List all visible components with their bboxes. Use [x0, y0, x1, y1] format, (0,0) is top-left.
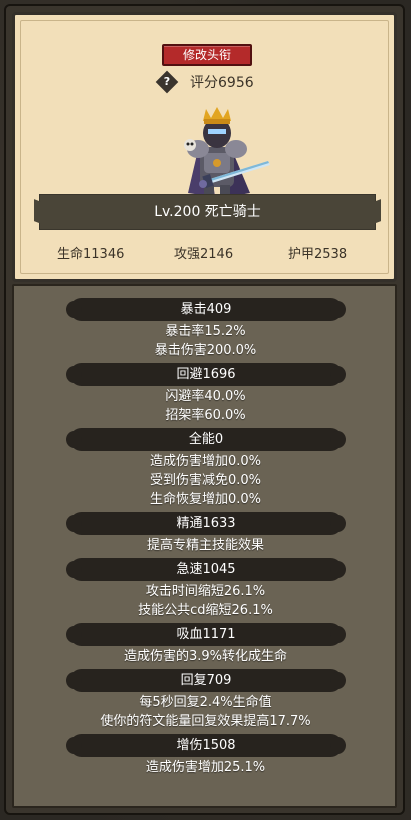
rating-score: 评分6956 [190, 75, 254, 91]
detail-line: 提高专精主技能效果 [146, 538, 264, 553]
section-avoidance: 回避1696 [66, 363, 346, 386]
hero-name-banner: Lv.200 死亡骑士 [40, 195, 375, 229]
stat-hp: 生命11346 [57, 247, 125, 262]
section-haste: 急速1045 [66, 558, 346, 581]
detail-line: 生命恢复增加0.0% [149, 492, 262, 507]
stat-attack: 攻强2146 [174, 247, 234, 262]
section-mastery: 精通1633 [66, 512, 346, 535]
detail-line: 受到伤害减免0.0% [149, 473, 262, 488]
detail-line: 技能公共cd缩短26.1% [138, 603, 273, 618]
detail-line: 攻击时间缩短26.1% [145, 584, 266, 599]
section-regen: 回复709 [66, 669, 346, 692]
death-knight-hero-sprite [184, 107, 270, 197]
detail-line: 暴击伤害200.0% [154, 343, 257, 358]
detail-line: 造成伤害的3.9%转化成生命 [123, 649, 288, 664]
hero-level-name: Lv.200 死亡骑士 [154, 204, 261, 220]
detail-line: 每5秒回复2.4%生命值 [139, 695, 272, 710]
section-damage-boost: 增伤1508 [66, 734, 346, 757]
detail-line: 招架率60.0% [165, 408, 246, 423]
section-leech: 吸血1171 [66, 623, 346, 646]
detail-line: 闪避率40.0% [165, 389, 246, 404]
question-diamond-icon[interactable]: ? [155, 70, 179, 94]
detail-line: 使你的符文能量回复效果提高17.7% [100, 714, 311, 729]
detail-line: 暴击率15.2% [165, 324, 246, 339]
section-versatility: 全能0 [66, 428, 346, 451]
section-crit: 暴击409 [66, 298, 346, 321]
stat-armor: 护甲2538 [288, 247, 348, 262]
detail-line: 造成伤害增加0.0% [149, 454, 262, 469]
detail-line: 造成伤害增加25.1% [145, 760, 266, 775]
change-title-button[interactable]: 修改头衔 [162, 44, 252, 66]
